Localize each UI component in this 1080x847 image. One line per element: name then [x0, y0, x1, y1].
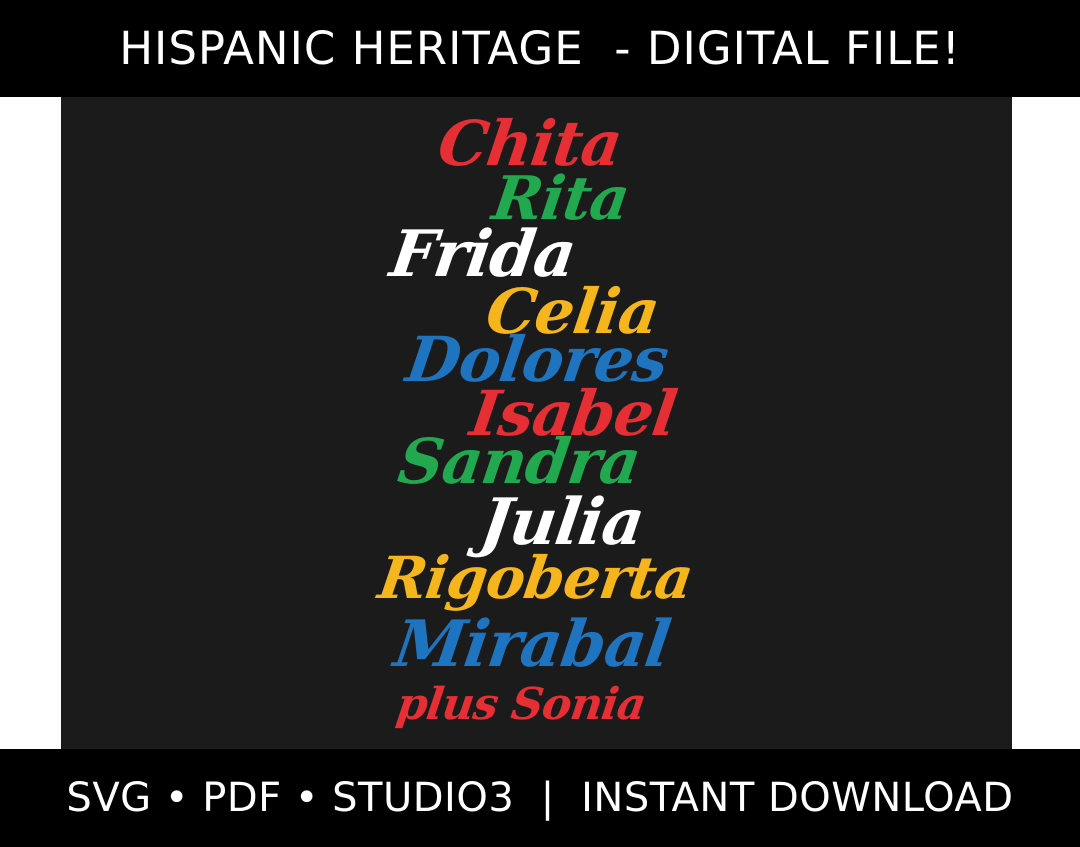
name-sandra: Sandra	[393, 425, 645, 498]
artwork-panel: Chita Rita Frida Celia Dolores Isabel Sa…	[61, 97, 1012, 749]
footer-banner: SVG • PDF • STUDIO3 | INSTANT DOWNLOAD	[0, 749, 1080, 847]
header-banner: HISPANIC HERITAGE - DIGITAL FILE!	[0, 0, 1080, 97]
name-rigoberta: Rigoberta	[374, 544, 697, 612]
header-title: HISPANIC HERITAGE - DIGITAL FILE!	[119, 22, 961, 75]
footer-formats: SVG • PDF • STUDIO3 | INSTANT DOWNLOAD	[66, 775, 1014, 821]
name-mirabal: Mirabal	[389, 607, 675, 682]
name-plus-sonia: plus Sonia	[393, 679, 649, 730]
